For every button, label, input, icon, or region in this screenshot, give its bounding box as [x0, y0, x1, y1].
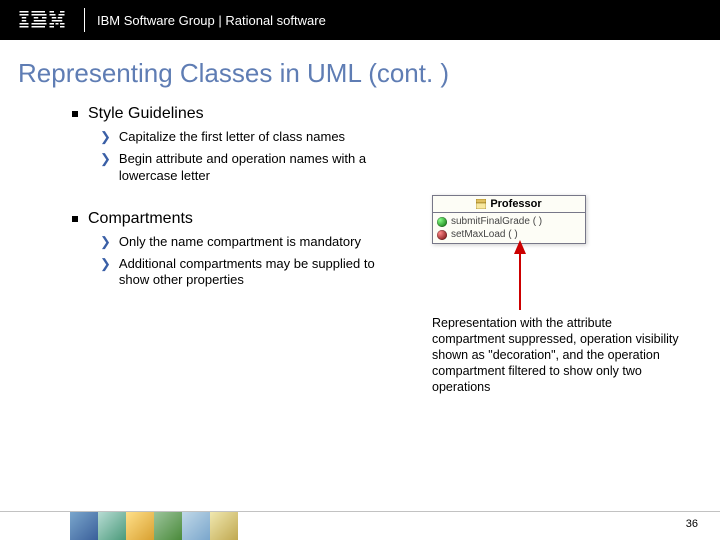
uml-name-compartment: Professor [433, 196, 585, 213]
footer [0, 508, 720, 540]
class-icon [476, 199, 486, 209]
list-item: ❯ Begin attribute and operation names wi… [100, 151, 380, 184]
visibility-icon [437, 230, 447, 240]
ibm-logo [18, 11, 66, 29]
figure-caption: Representation with the attribute compar… [432, 315, 682, 395]
arrow-icon: ❯ [100, 234, 111, 250]
list-item: ❯ Capitalize the first letter of class n… [100, 129, 380, 145]
uml-operation: setMaxLoad ( ) [437, 228, 581, 241]
arrow-icon: ❯ [100, 151, 111, 167]
footer-decoration [70, 512, 238, 540]
list-item: ❯ Only the name compartment is mandatory [100, 234, 380, 250]
arrow-icon: ❯ [100, 129, 111, 145]
section-label: Compartments [88, 210, 193, 228]
header-divider [84, 8, 85, 32]
header-text: IBM Software Group | Rational software [97, 13, 326, 28]
square-bullet-icon [72, 216, 78, 222]
slide-number: 36 [686, 518, 698, 530]
uml-operation-compartment: submitFinalGrade ( ) setMaxLoad ( ) [433, 213, 585, 243]
uml-operation: submitFinalGrade ( ) [437, 215, 581, 228]
operation-signature: setMaxLoad ( ) [451, 229, 518, 240]
slide-title: Representing Classes in UML (cont. ) [18, 58, 720, 89]
list-item-text: Capitalize the first letter of class nam… [119, 129, 345, 145]
section-label: Style Guidelines [88, 105, 204, 123]
visibility-icon [437, 217, 447, 227]
list-item: ❯ Additional compartments may be supplie… [100, 256, 380, 289]
list-item-text: Additional compartments may be supplied … [119, 256, 380, 289]
section-heading: Style Guidelines [72, 105, 672, 123]
square-bullet-icon [72, 111, 78, 117]
uml-class-box: Professor submitFinalGrade ( ) setMaxLoa… [432, 195, 586, 244]
arrow-icon: ❯ [100, 256, 111, 272]
list-item-text: Only the name compartment is mandatory [119, 234, 361, 250]
operation-signature: submitFinalGrade ( ) [451, 216, 542, 227]
uml-class-name: Professor [490, 198, 541, 210]
header-bar: IBM Software Group | Rational software [0, 0, 720, 40]
list-item-text: Begin attribute and operation names with… [119, 151, 380, 184]
